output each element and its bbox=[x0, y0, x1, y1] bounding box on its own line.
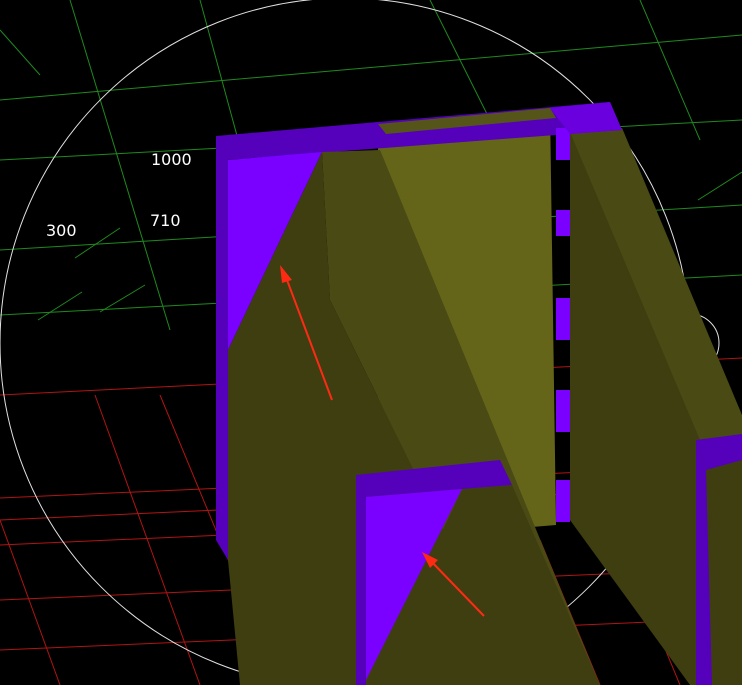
dimension-label-710: 710 bbox=[150, 211, 181, 230]
center-strip bbox=[556, 128, 570, 522]
dimension-label-1000: 1000 bbox=[151, 150, 192, 169]
scene-canvas[interactable] bbox=[0, 0, 742, 685]
lower-box-post bbox=[356, 475, 366, 685]
cad-3d-viewport[interactable]: 1000 710 300 bbox=[0, 0, 742, 685]
dimension-label-300: 300 bbox=[46, 221, 77, 240]
left-post bbox=[216, 136, 228, 560]
